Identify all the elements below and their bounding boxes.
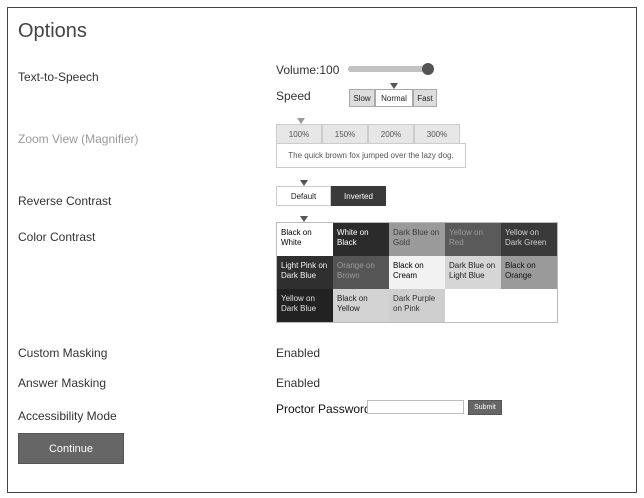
speed-option-normal[interactable]: Normal (375, 89, 413, 107)
submit-button[interactable]: Submit (468, 400, 502, 415)
answer-masking-label: Answer Masking (18, 376, 107, 390)
color-contrast-option[interactable]: Black on Yellow (333, 289, 389, 322)
zoom-preview-text: The quick brown fox jumped over the lazy… (276, 143, 466, 168)
color-contrast-grid: Black on White White on Black Dark Blue on… (276, 222, 558, 323)
proctor-password-input[interactable] (367, 400, 464, 414)
color-contrast-option[interactable]: Light Pink on Dark Blue (277, 256, 333, 289)
page-title: Options (18, 20, 87, 42)
color-contrast-option[interactable]: Yellow on Dark Green (501, 223, 557, 256)
speed-option-slow[interactable]: Slow (349, 89, 375, 107)
answer-masking-value[interactable]: Enabled (276, 376, 320, 390)
reverse-contrast-label: Reverse Contrast (18, 194, 112, 208)
custom-masking-label: Custom Masking (18, 346, 108, 360)
color-contrast-label: Color Contrast (18, 230, 96, 244)
volume-slider[interactable] (348, 63, 434, 75)
color-contrast-option[interactable]: Yellow on Dark Blue (277, 289, 333, 322)
color-contrast-option[interactable]: Dark Blue on Gold (389, 223, 445, 256)
continue-button[interactable]: Continue (18, 433, 124, 464)
volume-slider-knob[interactable] (422, 63, 434, 75)
zoom-label: Zoom View (Magnifier) (18, 132, 139, 146)
proctor-password-label: Proctor Password (276, 402, 371, 416)
color-contrast-option[interactable]: Black on Orange (501, 256, 557, 289)
zoom-selector: 100% 150% 200% 300% (276, 124, 460, 144)
color-contrast-option[interactable]: Black on Cream (389, 256, 445, 289)
reverse-contrast-selector: Default Inverted (276, 186, 386, 206)
reverse-contrast-default[interactable]: Default (276, 186, 331, 206)
speed-selector: Slow Normal Fast (349, 89, 437, 107)
custom-masking-value[interactable]: Enabled (276, 346, 320, 360)
color-contrast-option[interactable]: Dark Purple on Pink (389, 289, 445, 322)
color-contrast-option[interactable]: Black on White (277, 223, 333, 256)
tts-label: Text-to-Speech (18, 70, 99, 84)
color-contrast-option[interactable]: White on Black (333, 223, 389, 256)
volume-label: Volume:100 (276, 63, 340, 77)
color-contrast-option[interactable]: Yellow on Red (445, 223, 501, 256)
zoom-option-150[interactable]: 150% (322, 124, 368, 144)
accessibility-mode-label: Accessibility Mode (18, 409, 117, 423)
speed-option-fast[interactable]: Fast (413, 89, 437, 107)
zoom-option-200[interactable]: 200% (368, 124, 414, 144)
volume-slider-fill (348, 66, 428, 72)
speed-label: Speed (276, 89, 311, 103)
zoom-option-300[interactable]: 300% (414, 124, 460, 144)
color-contrast-option[interactable]: Dark Blue on Light Blue (445, 256, 501, 289)
zoom-option-100[interactable]: 100% (276, 124, 322, 144)
reverse-contrast-inverted[interactable]: Inverted (331, 186, 386, 206)
color-contrast-option[interactable]: Orange on Brown (333, 256, 389, 289)
